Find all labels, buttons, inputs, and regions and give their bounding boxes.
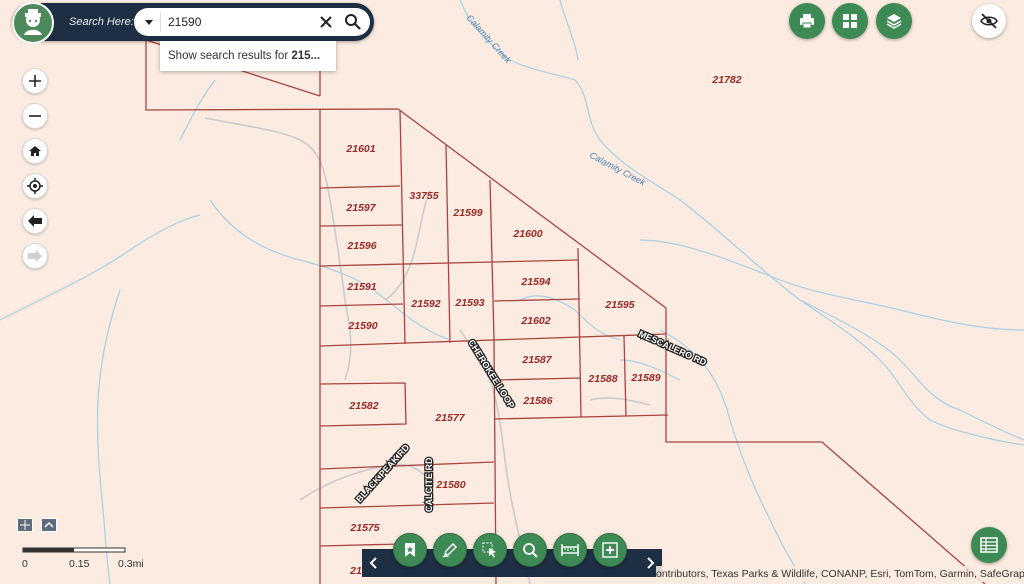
plus-icon (29, 75, 41, 87)
scale-tick: 0.15 (69, 558, 90, 570)
parcel-boundaries (145, 39, 986, 584)
parcel-label: 21587 (521, 354, 552, 366)
home-button[interactable] (22, 138, 48, 164)
ruler-icon (561, 544, 579, 556)
road-label: MESCALERO RD (637, 329, 708, 368)
suggestion-query: 215... (291, 50, 321, 62)
attribute-table-button[interactable] (971, 527, 1007, 563)
chevron-up-icon (44, 521, 54, 528)
parcel-label: 21597 (345, 202, 376, 214)
scale-tick: 0.3mi (118, 558, 144, 570)
parcel-label: 21599 (452, 207, 482, 219)
close-icon (320, 16, 332, 28)
parcel-label: 21588 (587, 373, 617, 385)
suggestion-text: Show search results for (168, 50, 292, 62)
add-icon (602, 542, 618, 558)
chevron-left-icon (369, 557, 377, 569)
parcel-label: 21595 (604, 299, 634, 311)
creek-label: Calamity Creek (588, 150, 647, 188)
scale-bar-graphic (22, 547, 126, 553)
search-bar: Search Here: (12, 2, 374, 44)
query-button[interactable] (513, 533, 547, 567)
minus-icon (29, 115, 41, 117)
parcel-label: 21 (349, 565, 362, 577)
scale-bar: 0 0.15 0.3mi (22, 546, 152, 576)
table-icon (980, 537, 998, 553)
select-button[interactable] (473, 533, 507, 567)
next-extent-button[interactable] (22, 243, 48, 269)
zoom-in-button[interactable] (22, 68, 48, 94)
mascot-icon (24, 9, 42, 35)
arrow-left-icon (28, 215, 42, 227)
road-label: BLACK PEAK RD (354, 442, 412, 504)
search-button[interactable] (342, 12, 364, 32)
parcel-label: 21592 (410, 298, 440, 310)
caret-down-icon (145, 20, 153, 25)
locate-button[interactable] (22, 173, 48, 199)
search-suggestion[interactable]: Show search results for 215... (160, 41, 336, 71)
parcel-label: 21602 (520, 315, 550, 327)
parcel-label: 21590 (347, 320, 377, 332)
bookmarks-button[interactable] (393, 533, 427, 567)
crosshair-toggle-button[interactable] (17, 518, 33, 532)
parcel-label: 21575 (349, 522, 379, 534)
toggle-visibility-button[interactable] (972, 4, 1006, 38)
streams (0, 0, 1024, 584)
bottom-toolbar (362, 533, 662, 577)
parcel-label: 21577 (434, 412, 465, 424)
zoom-out-button[interactable] (22, 103, 48, 129)
search-box (134, 8, 370, 36)
parcel-label: 21589 (630, 372, 660, 384)
road-label: CHEROKEE LOOP (466, 338, 516, 410)
expand-panel-button[interactable] (41, 518, 57, 532)
arrow-right-icon (28, 250, 42, 262)
bookmark-icon (405, 543, 415, 557)
parcel-label: 21594 (520, 276, 550, 288)
map-canvas[interactable]: 21601 33755 21599 21600 21597 21596 2159… (0, 0, 1024, 584)
eye-slash-icon (980, 13, 998, 29)
parcel-label: 21580 (435, 479, 465, 491)
parcel-label: 33755 (409, 190, 438, 202)
draw-button[interactable] (433, 533, 467, 567)
parcel-label: 21582 (348, 400, 378, 412)
road-label: CALCITE RD (424, 457, 434, 512)
layers-icon (886, 14, 902, 29)
cursor-coords-icon (20, 520, 30, 530)
search-input[interactable] (168, 12, 308, 32)
clear-search-button[interactable] (316, 12, 336, 32)
parcel-label: 21600 (512, 228, 542, 240)
search-icon (345, 14, 361, 30)
parcel-label: 21601 (345, 143, 375, 155)
attribution: ontributors, Texas Parks & Wildlife, CON… (656, 566, 1024, 582)
creek-label: Calamity Creek (465, 13, 514, 66)
grid-icon (843, 14, 857, 28)
printer-icon (800, 14, 814, 29)
print-button[interactable] (789, 3, 825, 39)
parcel-label: 21593 (454, 297, 484, 309)
scale-tick: 0 (22, 558, 28, 570)
gray-roads (204, 117, 651, 584)
add-data-button[interactable] (593, 533, 627, 567)
search-label: Search Here: (69, 16, 134, 28)
parcel-label: 21782 (711, 74, 741, 86)
search-dropdown-button[interactable] (138, 12, 161, 32)
basemap-gallery-button[interactable] (832, 3, 868, 39)
measure-button[interactable] (553, 533, 587, 567)
parcel-label: 21591 (346, 281, 376, 293)
layers-button[interactable] (876, 3, 912, 39)
toolbar-prev-button[interactable] (364, 553, 384, 573)
magnifier-icon (523, 543, 538, 558)
crosshair-icon (27, 178, 43, 194)
app-logo[interactable] (12, 2, 54, 44)
parcel-label: 21586 (522, 395, 552, 407)
pencil-icon (442, 543, 457, 558)
previous-extent-button[interactable] (22, 208, 48, 234)
parcel-label: 21596 (346, 240, 376, 252)
home-icon (29, 146, 41, 156)
select-pointer-icon (482, 542, 496, 558)
